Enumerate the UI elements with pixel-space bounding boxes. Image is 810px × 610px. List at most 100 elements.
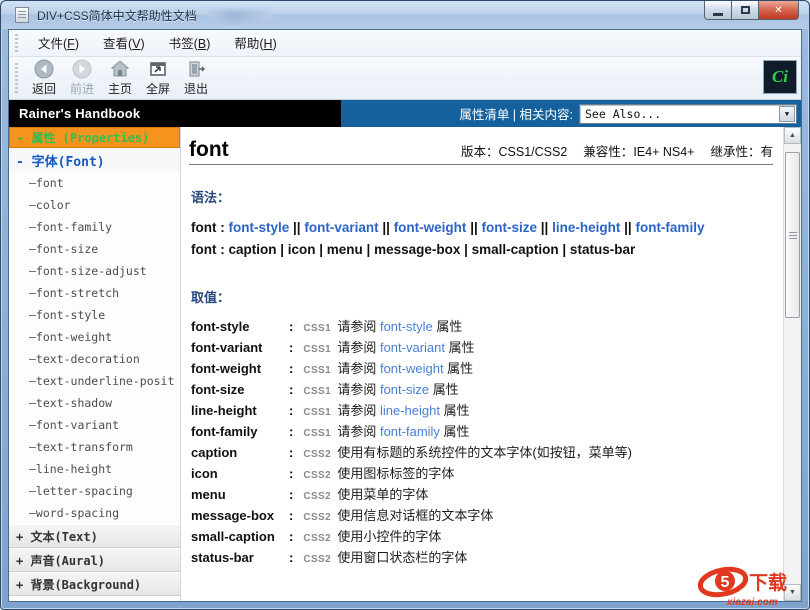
toolbar-button-forward-arrow[interactable]: 前进 <box>64 59 100 97</box>
property-link-font-size[interactable]: font-size <box>380 382 429 397</box>
value-name: small-caption <box>191 530 287 543</box>
syntax-text: || <box>293 220 301 235</box>
value-row-small-caption: small-caption:CSS2使用小控件的字体 <box>191 530 773 544</box>
value-colon: : <box>289 509 293 522</box>
value-row-font-weight: font-weight:CSS1请参阅 font-weight 属性 <box>191 362 773 376</box>
value-row-icon: icon:CSS2使用图标标签的字体 <box>191 467 773 481</box>
sidebar-item-line-height[interactable]: —line-height <box>9 458 180 480</box>
property-link-font-family[interactable]: font-family <box>380 424 440 439</box>
value-name: caption <box>191 446 287 459</box>
property-link-line-height[interactable]: line-height <box>380 403 440 418</box>
minimize-button[interactable] <box>704 1 732 20</box>
syntax-text: || <box>624 220 632 235</box>
syntax-link-font-style[interactable]: font-style <box>229 220 290 235</box>
toolbar: 返回前进主页全屏退出 Ci <box>9 57 801 100</box>
syntax-link-line-height[interactable]: line-height <box>552 220 620 235</box>
sidebar-item-font-size-adjust[interactable]: —font-size-adjust <box>9 260 180 282</box>
toolbar-button-label: 退出 <box>184 80 208 97</box>
value-description: 请参阅 font-weight 属性 <box>337 362 473 375</box>
sidebar-item-text-underline-posit[interactable]: —text-underline-posit <box>9 370 180 392</box>
value-colon: : <box>289 320 293 333</box>
page-title: font <box>189 139 229 160</box>
menu-bar: 文件(F)查看(V)书签(B)帮助(H) <box>9 30 801 57</box>
sidebar-item-text-shadow[interactable]: —text-shadow <box>9 392 180 414</box>
minimize-icon <box>713 13 723 16</box>
value-name: status-bar <box>191 551 287 564</box>
chevron-down-icon[interactable]: ▼ <box>779 106 795 122</box>
home-icon <box>110 59 130 80</box>
inherit-label: 继承性： <box>710 145 760 159</box>
sidebar-item-font-family[interactable]: —font-family <box>9 216 180 238</box>
sidebar-item-properties[interactable]: - 属性 (Properties) <box>9 127 180 148</box>
svg-text:xiazai.com: xiazai.com <box>726 597 778 608</box>
toolbar-button-label: 返回 <box>32 80 56 97</box>
toolbar-button-fullscreen[interactable]: 全屏 <box>140 59 176 97</box>
site-watermark: 5 下载 xiazai.com <box>693 563 803 609</box>
maximize-icon <box>741 6 750 14</box>
sidebar-section-背景(background)[interactable]: + 背景(Background) <box>9 572 180 596</box>
svg-text:5: 5 <box>721 574 730 591</box>
app-logo-icon: Ci <box>763 60 797 94</box>
sidebar-item-font-size[interactable]: —font-size <box>9 238 180 260</box>
vertical-scrollbar[interactable]: ▲ ▼ <box>783 127 801 601</box>
sidebar-item-color[interactable]: —color <box>9 194 180 216</box>
brand-title: Rainer's Handbook <box>9 100 341 127</box>
scrollbar-track[interactable] <box>784 144 801 584</box>
sidebar-item-text-decoration[interactable]: —text-decoration <box>9 348 180 370</box>
sidebar-item-font-variant[interactable]: —font-variant <box>9 414 180 436</box>
css-version-badge: CSS1 <box>303 408 337 418</box>
see-also-dropdown[interactable]: See Also... ▼ <box>579 104 797 124</box>
app-window: DIV+CSS简体中文帮助性文档 ✕ 文件(F)查看(V)书签(B)帮助(H) … <box>0 0 810 610</box>
toolbar-button-back-arrow[interactable]: 返回 <box>26 59 62 97</box>
toolbar-gripper <box>15 63 18 92</box>
value-name: font-weight <box>191 362 287 375</box>
value-row-font-style: font-style:CSS1请参阅 font-style 属性 <box>191 320 773 334</box>
syntax-link-font-weight[interactable]: font-weight <box>394 220 467 235</box>
syntax-text: font : <box>191 220 225 235</box>
sidebar-section-文本(text)[interactable]: + 文本(Text) <box>9 524 180 548</box>
menu-item-v[interactable]: 查看(V) <box>91 33 157 55</box>
menu-item-h[interactable]: 帮助(H) <box>222 33 288 55</box>
sidebar-item-font-stretch[interactable]: —font-stretch <box>9 282 180 304</box>
value-row-caption: caption:CSS2使用有标题的系统控件的文本字体(如按钮，菜单等) <box>191 446 773 460</box>
value-name: font-size <box>191 383 287 396</box>
menu-item-b[interactable]: 书签(B) <box>157 33 223 55</box>
value-row-message-box: message-box:CSS2使用信息对话框的文本字体 <box>191 509 773 523</box>
toolbar-button-home[interactable]: 主页 <box>102 59 138 97</box>
sidebar-item-text-transform[interactable]: —text-transform <box>9 436 180 458</box>
value-colon: : <box>289 551 293 564</box>
value-colon: : <box>289 530 293 543</box>
blurred-watermark <box>207 10 271 21</box>
property-link-font-style[interactable]: font-style <box>380 319 433 334</box>
scroll-up-icon[interactable]: ▲ <box>784 127 801 144</box>
maximize-button[interactable] <box>732 1 759 20</box>
property-link-font-variant[interactable]: font-variant <box>380 340 445 355</box>
toolbar-button-exit[interactable]: 退出 <box>178 59 214 97</box>
syntax-link-font-variant[interactable]: font-variant <box>304 220 378 235</box>
title-bar: DIV+CSS简体中文帮助性文档 ✕ <box>1 1 809 29</box>
sidebar-item-letter-spacing[interactable]: —letter-spacing <box>9 480 180 502</box>
close-button[interactable]: ✕ <box>759 1 799 20</box>
sidebar-item-font-weight[interactable]: —font-weight <box>9 326 180 348</box>
sidebar-item-font[interactable]: —font <box>9 172 180 194</box>
menu-item-f[interactable]: 文件(F) <box>26 33 91 55</box>
css-version-badge: CSS2 <box>303 513 337 523</box>
sidebar-item-word-spacing[interactable]: —word-spacing <box>9 502 180 524</box>
syntax-text: font : caption | icon | menu | message-b… <box>191 242 635 257</box>
value-name: message-box <box>191 509 287 522</box>
sidebar-item-font-style[interactable]: —font-style <box>9 304 180 326</box>
syntax-link-font-size[interactable]: font-size <box>482 220 538 235</box>
value-description: 使用菜单的字体 <box>337 488 428 501</box>
version-value: CSS1/CSS2 <box>499 145 568 159</box>
values-heading: 取值： <box>191 287 773 306</box>
property-link-font-weight[interactable]: font-weight <box>380 361 444 376</box>
css-version-badge: CSS1 <box>303 387 337 397</box>
thumb-grip-icon <box>789 235 797 236</box>
value-row-menu: menu:CSS2使用菜单的字体 <box>191 488 773 502</box>
scrollbar-thumb[interactable] <box>785 152 800 318</box>
sidebar-item-font-section[interactable]: - 字体(Font) <box>9 148 180 172</box>
sidebar-section-声音(aural)[interactable]: + 声音(Aural) <box>9 548 180 572</box>
css-version-badge: CSS2 <box>303 555 337 565</box>
syntax-link-font-family[interactable]: font-family <box>635 220 704 235</box>
header-nav: 属性清单 | 相关内容: See Also... ▼ <box>341 100 801 127</box>
